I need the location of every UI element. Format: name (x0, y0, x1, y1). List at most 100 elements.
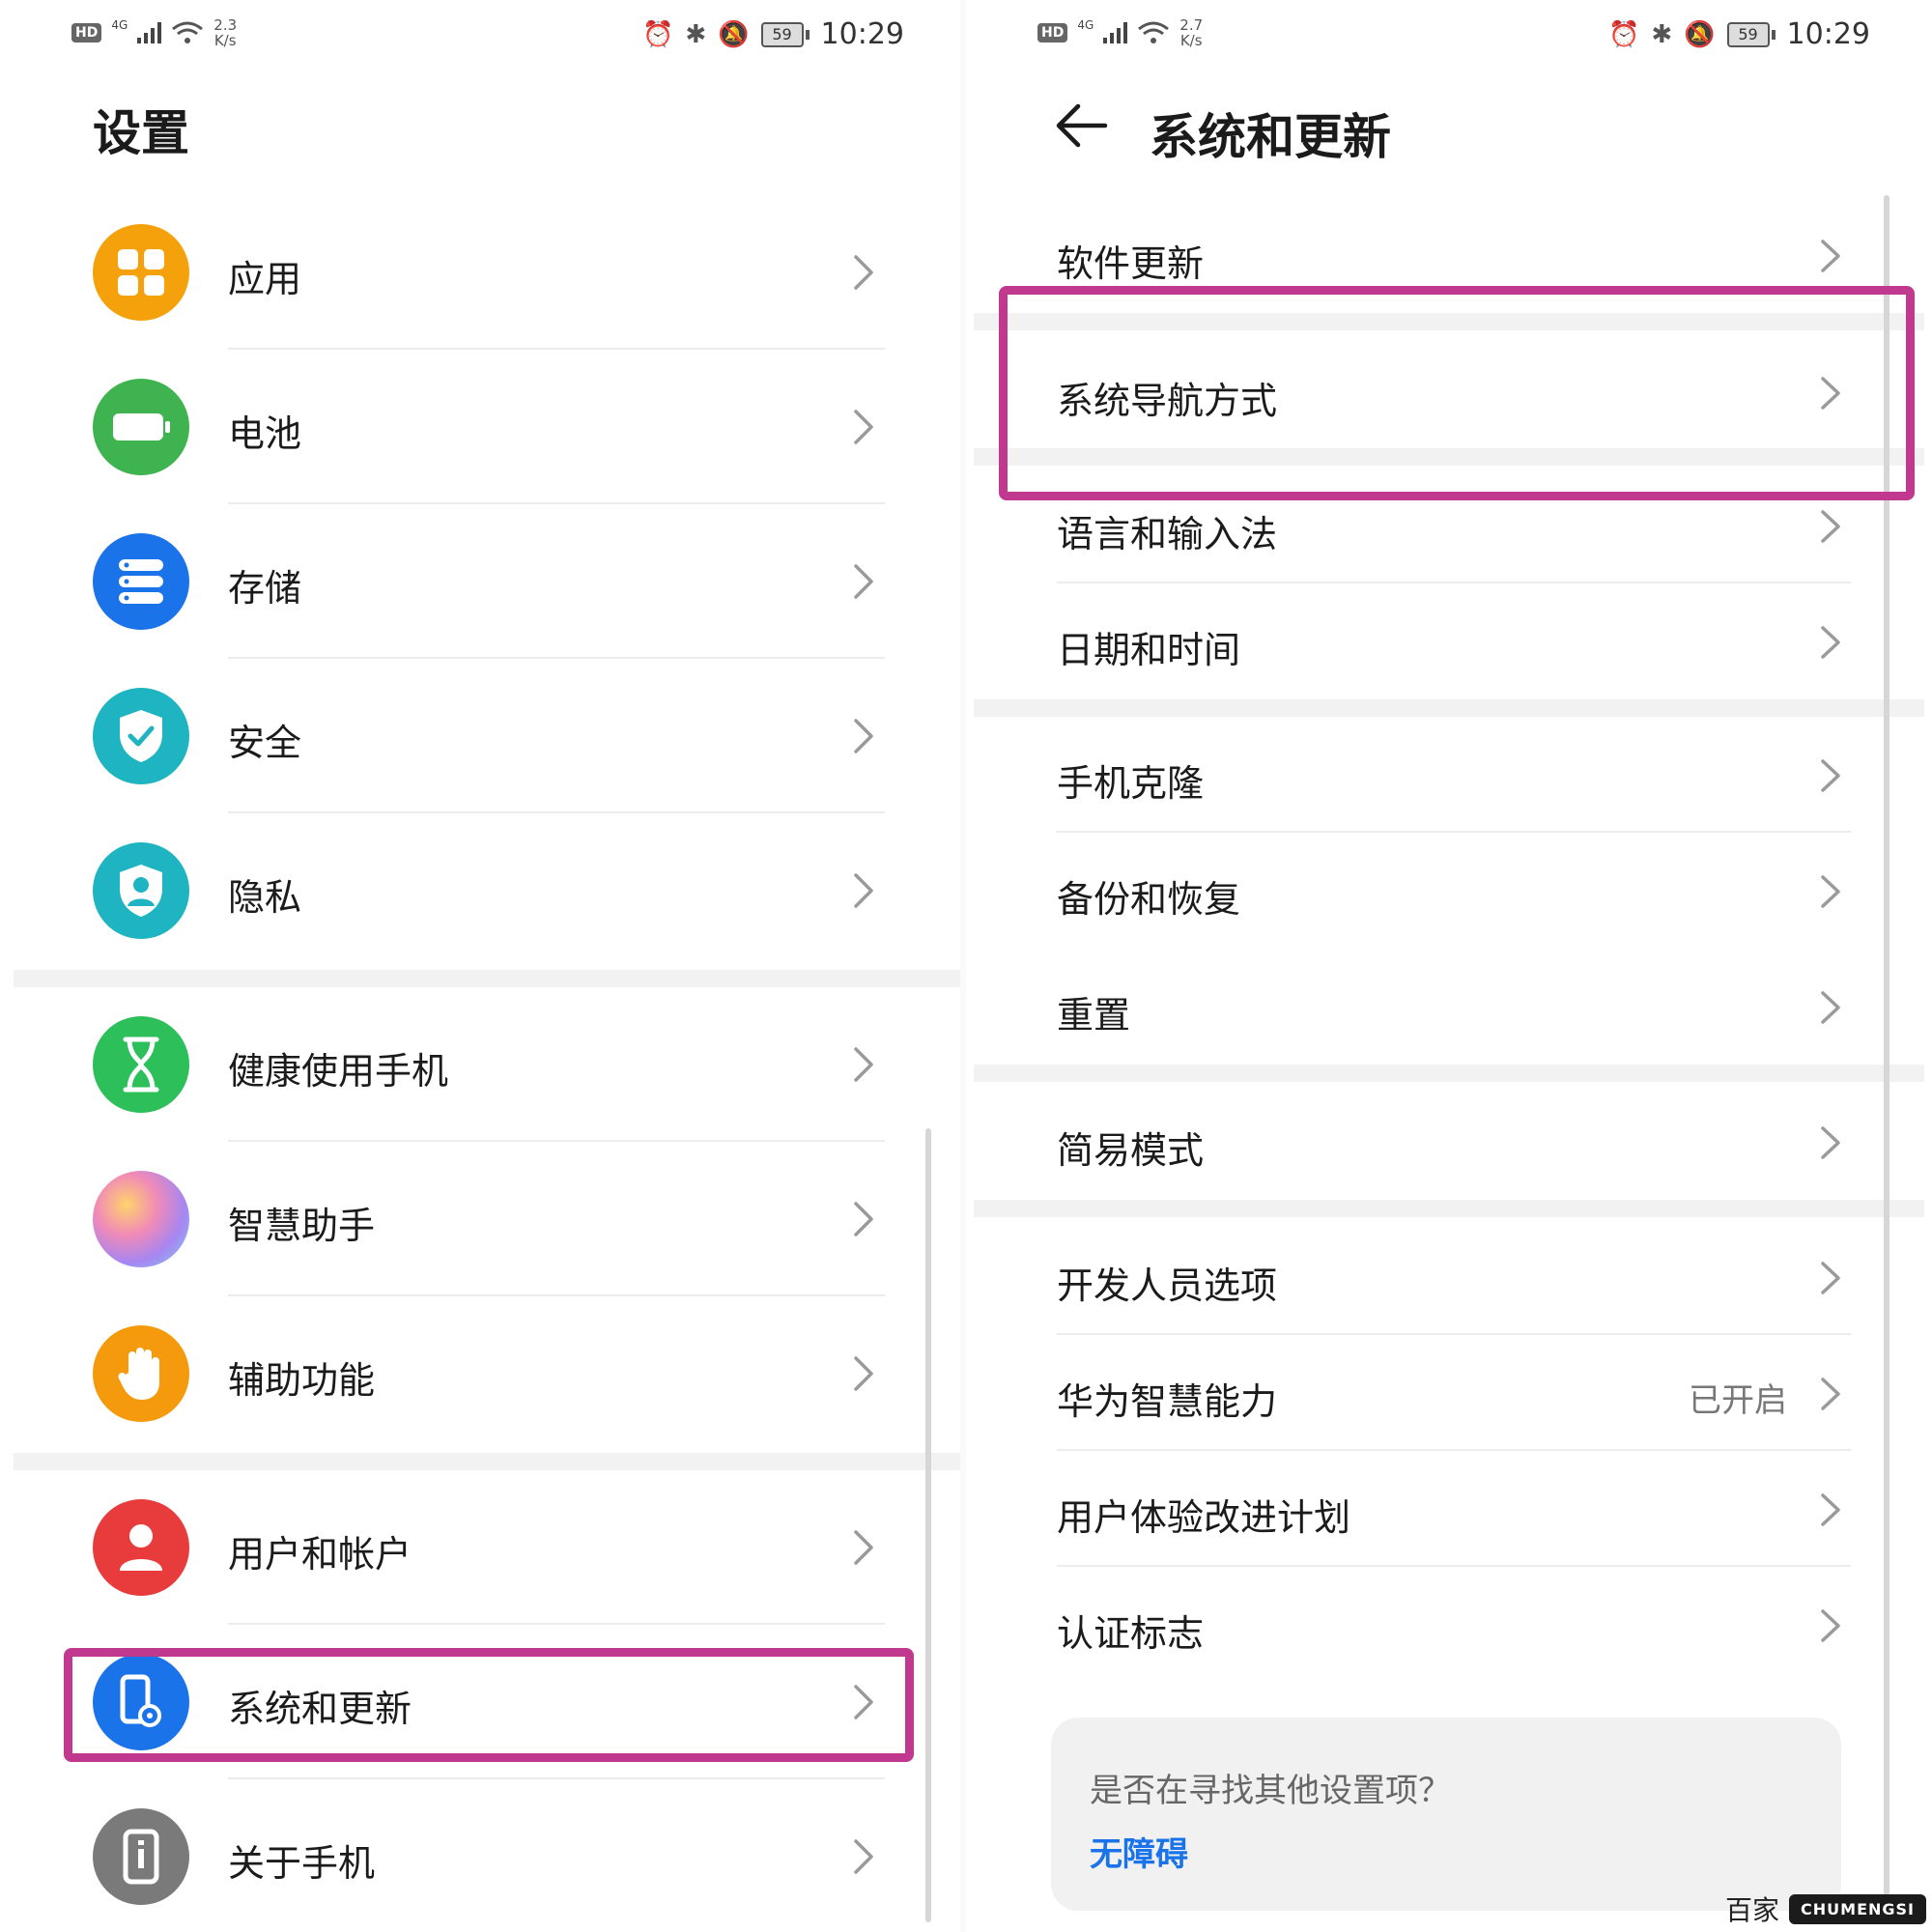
system-item-certification[interactable]: 认证标志 (966, 1567, 1932, 1683)
apps-icon (93, 224, 189, 321)
settings-item-apps[interactable]: 应用 (0, 195, 966, 350)
chevron-right-icon (854, 719, 873, 753)
signal-icon (137, 22, 162, 43)
settings-item-assistant[interactable]: 智慧助手 (0, 1142, 966, 1296)
back-arrow-icon[interactable] (1053, 97, 1111, 155)
settings-item-about-phone[interactable]: 关于手机 (0, 1779, 966, 1932)
assistant-orb-icon (93, 1171, 189, 1267)
scrollbar[interactable] (925, 1128, 931, 1922)
network-type: 4G (1077, 18, 1094, 32)
accessibility-link[interactable]: 无障碍 (1090, 1828, 1188, 1875)
phone-info-icon (93, 1808, 189, 1905)
system-updates-screen: HD 4G 2.7 K/s ⏰ ✱ 🔕 59 10:29 系统和更新 软件更新 系… (966, 0, 1932, 1932)
battery-indicator: 59 (760, 21, 810, 47)
settings-item-label: 用户和帐户 (228, 1533, 412, 1576)
bluetooth-icon: ✱ (685, 19, 707, 49)
system-item-huawei-ai[interactable]: 华为智慧能力 已开启 (966, 1335, 1932, 1451)
watermark: 百家 CHUMENGSI (1725, 1889, 1926, 1928)
chevron-right-icon (1821, 991, 1840, 1024)
wifi-icon (172, 21, 204, 43)
privacy-icon (93, 842, 189, 939)
chevron-right-icon (854, 873, 873, 908)
mute-icon: 🔕 (718, 19, 750, 49)
watermark-logo: CHUMENGSI (1789, 1893, 1926, 1924)
settings-item-label: 智慧助手 (228, 1205, 376, 1247)
settings-item-label: 应用 (228, 258, 302, 300)
chevron-right-icon (854, 1047, 873, 1082)
chevron-right-icon (1821, 1609, 1840, 1642)
group-separator (974, 1065, 1924, 1082)
network-speed: 2.7 K/s (1179, 16, 1204, 49)
chevron-right-icon (1821, 875, 1840, 908)
chevron-right-icon (854, 1839, 873, 1874)
chevron-right-icon (854, 1202, 873, 1236)
shield-check-icon (93, 688, 189, 784)
system-item-simple-mode[interactable]: 简易模式 (966, 1084, 1932, 1200)
settings-item-label: 关于手机 (228, 1842, 376, 1885)
system-item-reset[interactable]: 重置 (966, 949, 1932, 1065)
chevron-right-icon (1821, 626, 1840, 659)
settings-screen: HD 4G 2.3 K/s ⏰ ✱ 🔕 59 10:29 设置 应用 电池 存储… (0, 0, 966, 1932)
chevron-right-icon (854, 564, 873, 599)
group-separator (974, 699, 1924, 717)
system-item-label: 语言和输入法 (1057, 513, 1278, 555)
chevron-right-icon (1821, 510, 1840, 543)
status-bar: HD 4G 2.7 K/s ⏰ ✱ 🔕 59 10:29 (966, 12, 1932, 66)
status-bar: HD 4G 2.3 K/s ⏰ ✱ 🔕 59 10:29 (0, 12, 966, 66)
hd-badge: HD (1037, 23, 1068, 43)
system-item-user-experience[interactable]: 用户体验改进计划 (966, 1451, 1932, 1567)
clock: 10:29 (820, 17, 904, 51)
system-item-label: 重置 (1057, 994, 1131, 1037)
system-item-label: 软件更新 (1057, 242, 1205, 285)
group-separator (14, 970, 960, 987)
hd-badge: HD (71, 23, 102, 43)
settings-item-security[interactable]: 安全 (0, 659, 966, 813)
system-item-date-time[interactable]: 日期和时间 (966, 583, 1932, 699)
settings-item-label: 安全 (228, 722, 302, 764)
settings-item-storage[interactable]: 存储 (0, 504, 966, 659)
watermark-text: 百家 (1725, 1894, 1780, 1926)
wifi-icon (1138, 21, 1170, 43)
clock: 10:29 (1786, 17, 1870, 51)
chevron-right-icon (1821, 1262, 1840, 1294)
mute-icon: 🔕 (1684, 19, 1716, 49)
chevron-right-icon (1821, 1378, 1840, 1410)
settings-item-digital-balance[interactable]: 健康使用手机 (0, 987, 966, 1142)
signal-icon (1103, 22, 1128, 43)
network-speed: 2.3 K/s (213, 16, 238, 49)
page-title: 系统和更新 (1150, 109, 1391, 165)
system-item-backup-restore[interactable]: 备份和恢复 (966, 833, 1932, 949)
system-item-label: 备份和恢复 (1057, 878, 1241, 921)
chevron-right-icon (854, 1530, 873, 1565)
highlight-box (64, 1648, 914, 1762)
group-separator (974, 1200, 1924, 1217)
network-type: 4G (111, 18, 128, 32)
settings-item-label: 辅助功能 (228, 1359, 376, 1402)
settings-item-label: 健康使用手机 (228, 1050, 449, 1093)
status-value: 已开启 (1689, 1381, 1787, 1420)
chevron-right-icon (1821, 1126, 1840, 1159)
chevron-right-icon (854, 410, 873, 444)
system-item-developer-options[interactable]: 开发人员选项 (966, 1219, 1932, 1335)
chevron-right-icon (854, 255, 873, 290)
group-separator (14, 1453, 960, 1470)
chevron-right-icon (1821, 1493, 1840, 1526)
settings-item-privacy[interactable]: 隐私 (0, 813, 966, 968)
user-icon (93, 1499, 189, 1596)
system-item-label: 简易模式 (1057, 1129, 1205, 1172)
system-item-label: 认证标志 (1057, 1612, 1205, 1655)
hourglass-icon (93, 1016, 189, 1113)
system-item-phone-clone[interactable]: 手机克隆 (966, 717, 1932, 833)
alarm-icon: ⏰ (1607, 19, 1640, 49)
system-item-label: 用户体验改进计划 (1057, 1496, 1351, 1539)
suggestion-question: 是否在寻找其他设置项？ (1090, 1772, 1451, 1810)
system-item-label: 日期和时间 (1057, 629, 1241, 671)
alarm-icon: ⏰ (641, 19, 674, 49)
settings-item-battery[interactable]: 电池 (0, 350, 966, 504)
chevron-right-icon (1821, 759, 1840, 792)
settings-item-users-accounts[interactable]: 用户和帐户 (0, 1470, 966, 1625)
settings-item-accessibility[interactable]: 辅助功能 (0, 1296, 966, 1451)
chevron-right-icon (1821, 240, 1840, 272)
settings-item-label: 隐私 (228, 876, 302, 919)
hand-icon (93, 1325, 189, 1422)
